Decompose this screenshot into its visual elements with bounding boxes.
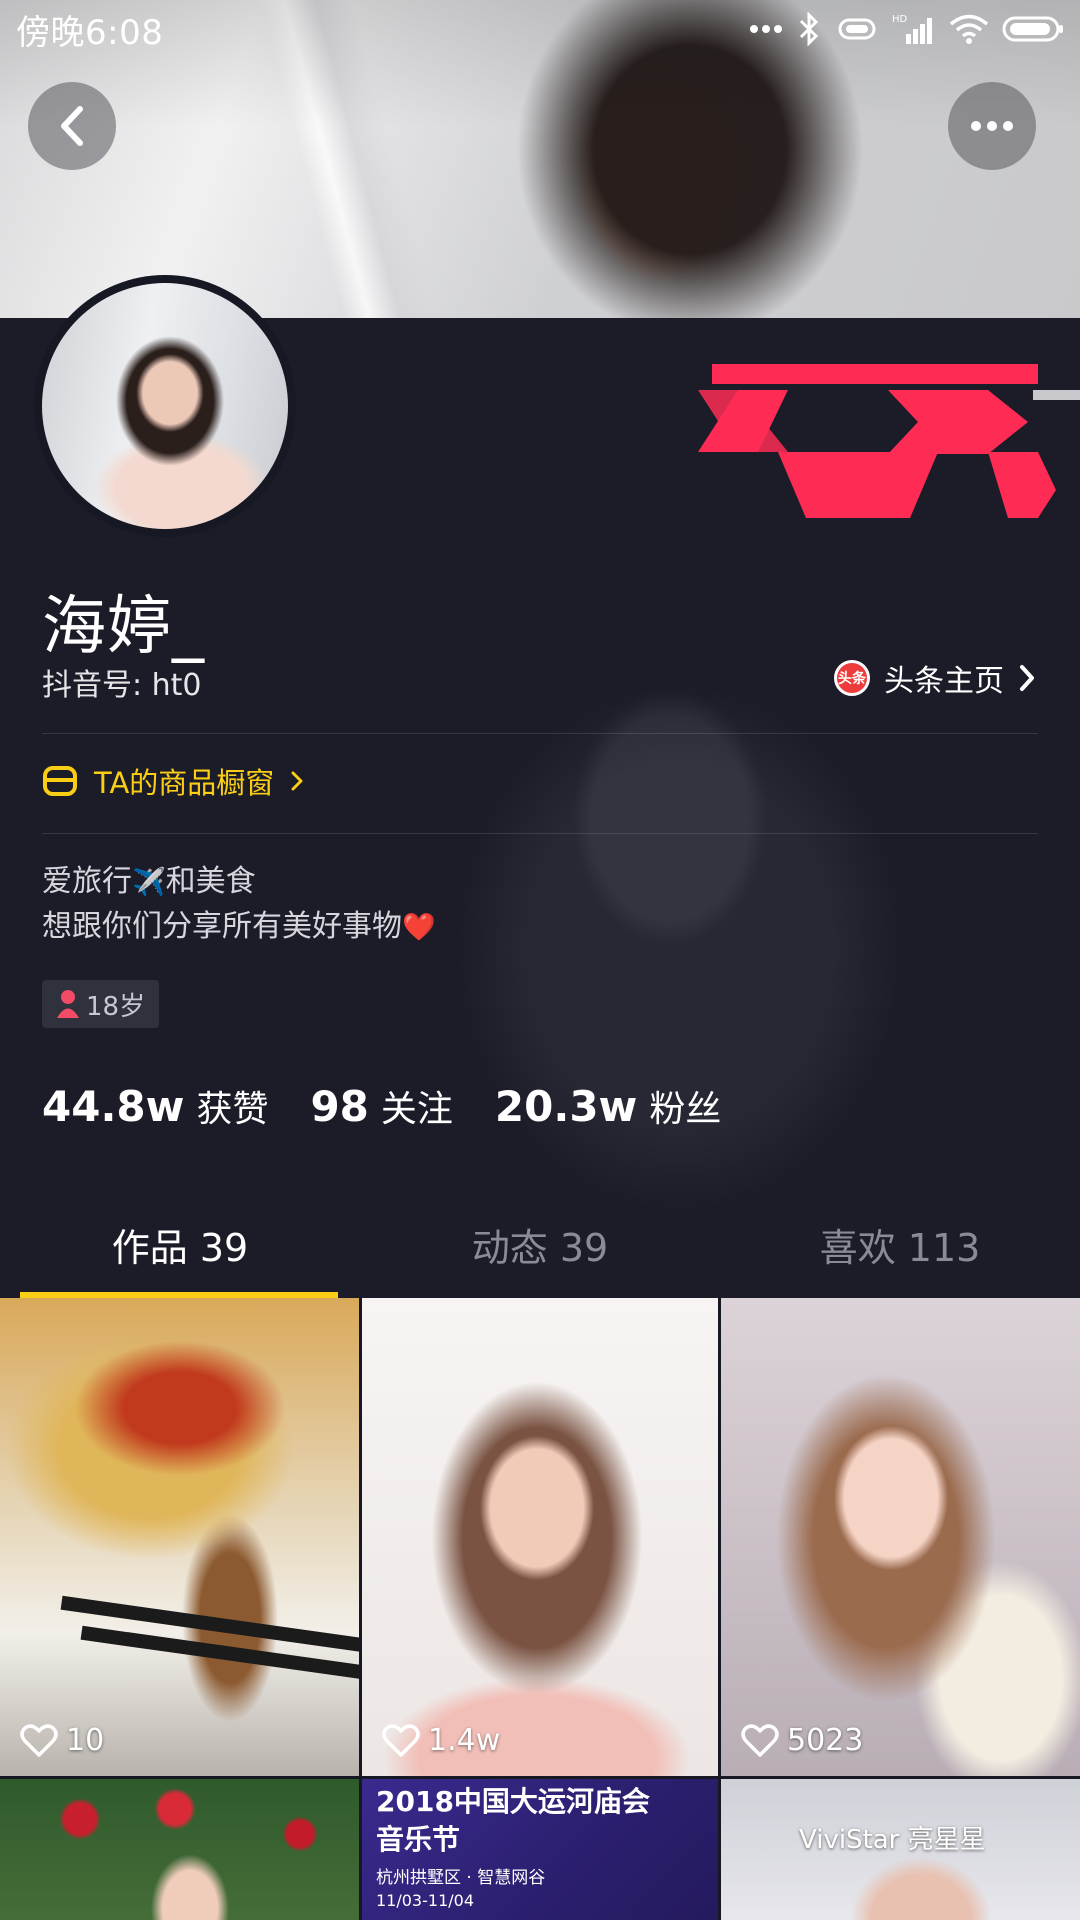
bio-line-1: 爱旅行✈️和美食 <box>42 864 256 899</box>
brand-decoration <box>698 364 1080 518</box>
more-dots-icon <box>750 25 782 33</box>
heart-emoji: ❤️ <box>402 912 436 943</box>
tab-label: 作品 39 <box>111 1225 249 1270</box>
tab-label: 喜欢 113 <box>819 1225 981 1270</box>
stat-following[interactable]: 98 关注 <box>310 1080 452 1132</box>
shop-icon <box>43 766 77 796</box>
divider <box>42 733 1038 734</box>
tab-posts[interactable]: 动态 39 <box>360 1190 720 1298</box>
like-count-value: 5023 <box>787 1723 864 1758</box>
content-tabs: 作品 39 动态 39 喜欢 113 <box>0 1190 1080 1298</box>
stat-number: 20.3w <box>494 1082 638 1131</box>
status-bar: 傍晚6:08 HD <box>0 0 1080 58</box>
status-icons: HD <box>748 12 1064 46</box>
video-thumbnail[interactable]: ViviStar 亮星星 <box>721 1779 1080 1920</box>
chevron-left-icon <box>61 106 83 146</box>
toutiao-link-label: 头条主页 <box>884 664 1004 699</box>
like-count: 1.4w <box>382 1723 500 1758</box>
douyin-id: 抖音号: ht0 <box>42 668 202 703</box>
thumbnail-subtitle: 杭州拱墅区 · 智慧网谷 <box>376 1868 546 1888</box>
toutiao-icon: 头条 <box>834 660 870 696</box>
like-count-value: 10 <box>66 1723 105 1758</box>
stat-label: 关注 <box>380 1089 453 1130</box>
chevron-right-icon <box>1020 665 1034 691</box>
battery-icon <box>1002 16 1063 42</box>
status-time: 傍晚6:08 <box>16 12 164 53</box>
hd-signal-icon: HD <box>892 14 932 44</box>
thumbnail-date: 11/03-11/04 <box>376 1891 474 1910</box>
profile-stats: 44.8w 获赞 98 关注 20.3w 粉丝 <box>42 1080 721 1132</box>
svg-text:HD: HD <box>892 14 908 25</box>
heart-outline-icon <box>20 1723 58 1757</box>
more-button[interactable] <box>948 82 1036 170</box>
heart-outline-icon <box>741 1723 779 1757</box>
bio: 爱旅行✈️和美食 想跟你们分享所有美好事物❤️ <box>42 860 436 950</box>
back-button[interactable] <box>28 82 116 170</box>
video-thumbnail[interactable]: 10 <box>0 1298 359 1776</box>
vibrate-icon <box>838 18 876 40</box>
stat-label: 粉丝 <box>649 1089 722 1130</box>
stat-followers[interactable]: 20.3w 粉丝 <box>495 1080 721 1132</box>
video-thumbnail[interactable]: 2018中国大运河庙会 音乐节 杭州拱墅区 · 智慧网谷 11/03-11/04 <box>362 1779 718 1920</box>
shop-window-label: TA的商品橱窗 <box>94 766 275 800</box>
video-thumbnail[interactable] <box>0 1779 359 1920</box>
stat-likes[interactable]: 44.8w 获赞 <box>42 1080 268 1132</box>
divider <box>42 833 1038 834</box>
bio-line-2: 想跟你们分享所有美好事物❤️ <box>42 909 436 944</box>
avatar[interactable] <box>34 275 296 537</box>
tab-works[interactable]: 作品 39 <box>0 1190 360 1298</box>
thumbnail-label: ViviStar 亮星星 <box>799 1825 986 1855</box>
stat-label: 获赞 <box>196 1089 269 1130</box>
female-user-icon <box>57 990 79 1018</box>
like-count: 10 <box>20 1723 104 1758</box>
like-count-value: 1.4w <box>428 1723 501 1758</box>
stat-number: 44.8w <box>42 1082 185 1131</box>
airplane-emoji: ✈️ <box>132 867 166 898</box>
tab-likes[interactable]: 喜欢 113 <box>720 1190 1080 1298</box>
bluetooth-icon <box>799 12 819 46</box>
video-grid: 10 1.4w 5023 2018中国大运河庙会 音乐节 杭州拱墅区 · 智慧网… <box>0 1298 1080 1920</box>
chevron-right-icon <box>291 771 303 791</box>
age-tag: 18岁 <box>42 980 160 1028</box>
like-count: 5023 <box>741 1723 863 1758</box>
avatar-image <box>42 283 288 529</box>
wifi-icon <box>949 14 989 44</box>
video-thumbnail[interactable]: 1.4w <box>362 1298 718 1776</box>
username: 海婷_ <box>42 590 205 664</box>
stat-number: 98 <box>310 1082 369 1131</box>
shop-window-link[interactable]: TA的商品橱窗 <box>42 760 304 802</box>
video-thumbnail[interactable]: 5023 <box>721 1298 1080 1776</box>
thumbnail-title: 2018中国大运河庙会 音乐节 <box>376 1785 650 1856</box>
heart-outline-icon <box>382 1723 420 1757</box>
tab-label: 动态 39 <box>471 1225 609 1270</box>
more-horizontal-icon <box>971 121 1013 131</box>
age-label: 18岁 <box>86 991 146 1022</box>
toutiao-homepage-link[interactable]: 头条 头条主页 <box>834 656 1036 700</box>
